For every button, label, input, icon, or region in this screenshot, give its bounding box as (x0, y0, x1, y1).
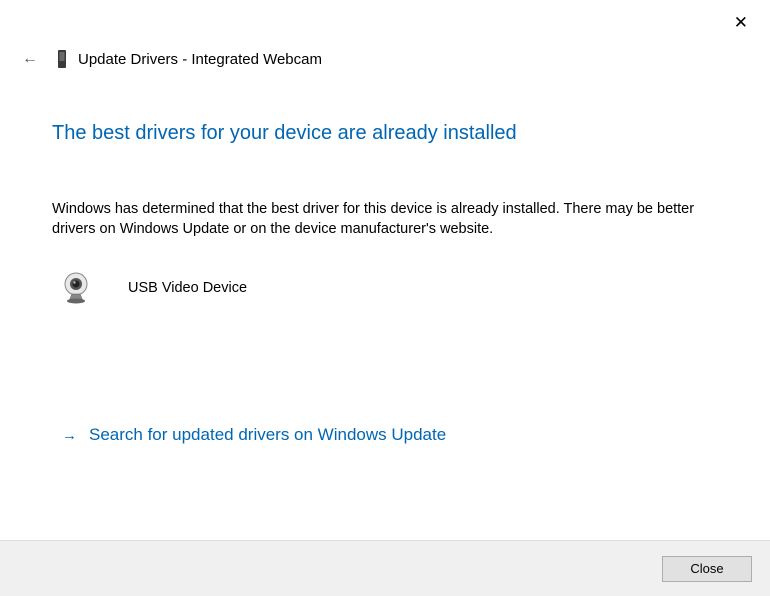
main-heading: The best drivers for your device are alr… (52, 122, 718, 145)
device-icon (56, 50, 68, 68)
close-button[interactable]: Close (662, 556, 752, 582)
window-close-button[interactable]: ✕ (734, 14, 748, 31)
description-text: Windows has determined that the best dri… (52, 199, 718, 240)
dialog-content: The best drivers for your device are alr… (0, 68, 770, 304)
search-link-row[interactable]: → Search for updated drivers on Windows … (62, 425, 446, 445)
device-name: USB Video Device (128, 280, 247, 296)
search-windows-update-link: Search for updated drivers on Windows Up… (89, 425, 446, 445)
dialog-header: ← Update Drivers - Integrated Webcam (0, 0, 770, 68)
webcam-icon (62, 272, 90, 304)
close-icon: ✕ (734, 13, 748, 32)
header-title-group: Update Drivers - Integrated Webcam (56, 50, 322, 68)
dialog-title: Update Drivers - Integrated Webcam (78, 51, 322, 68)
arrow-right-icon: → (62, 427, 77, 444)
back-button[interactable]: ← (22, 50, 38, 68)
device-row: USB Video Device (52, 272, 718, 304)
dialog-footer: Close (0, 540, 770, 596)
